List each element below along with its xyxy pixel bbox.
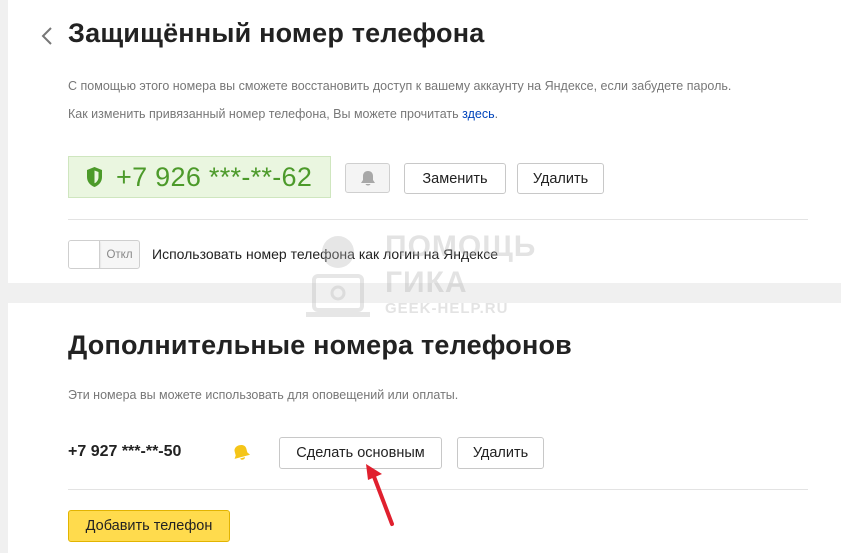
red-arrow-annotation — [366, 464, 394, 526]
replace-button[interactable]: Заменить — [404, 163, 506, 194]
login-toggle[interactable]: Откл — [68, 240, 140, 269]
additional-phone-number: +7 927 ***-**-50 — [68, 443, 182, 460]
change-description: Как изменить привязанный номер телефона,… — [68, 107, 498, 121]
change-description-end: . — [494, 107, 499, 121]
protected-phone-number: +7 926 ***-**-62 — [116, 161, 313, 192]
add-phone-button[interactable]: Добавить телефон — [68, 510, 230, 542]
login-toggle-label: Использовать номер телефона как логин на… — [152, 246, 499, 262]
divider — [68, 489, 808, 490]
here-link[interactable]: здесь — [462, 107, 494, 121]
additional-description: Эти номера вы можете использовать для оп… — [68, 388, 459, 402]
restore-description: С помощью этого номера вы сможете восста… — [68, 79, 732, 93]
shield-icon — [87, 167, 102, 187]
notify-toggle-button[interactable] — [345, 163, 390, 193]
protected-phone-box: +7 926 ***-**-62 — [68, 156, 331, 198]
additional-phones-card: Дополнительные номера телефонов Эти номе… — [8, 303, 841, 553]
section-title: Дополнительные номера телефонов — [68, 330, 572, 360]
bell-icon[interactable] — [230, 441, 252, 463]
chevron-left-icon[interactable] — [38, 26, 56, 46]
change-description-text: Как изменить привязанный номер телефона,… — [68, 107, 463, 121]
protected-phone-card: Защищённый номер телефона С помощью этог… — [8, 0, 841, 283]
toggle-state-label: Откл — [106, 248, 133, 261]
page-title: Защищённый номер телефона — [68, 18, 485, 48]
divider — [68, 219, 808, 220]
bell-icon — [360, 171, 375, 186]
delete-main-phone-button[interactable]: Удалить — [517, 163, 604, 194]
toggle-knob — [69, 241, 100, 268]
delete-additional-phone-button[interactable]: Удалить — [457, 437, 544, 469]
